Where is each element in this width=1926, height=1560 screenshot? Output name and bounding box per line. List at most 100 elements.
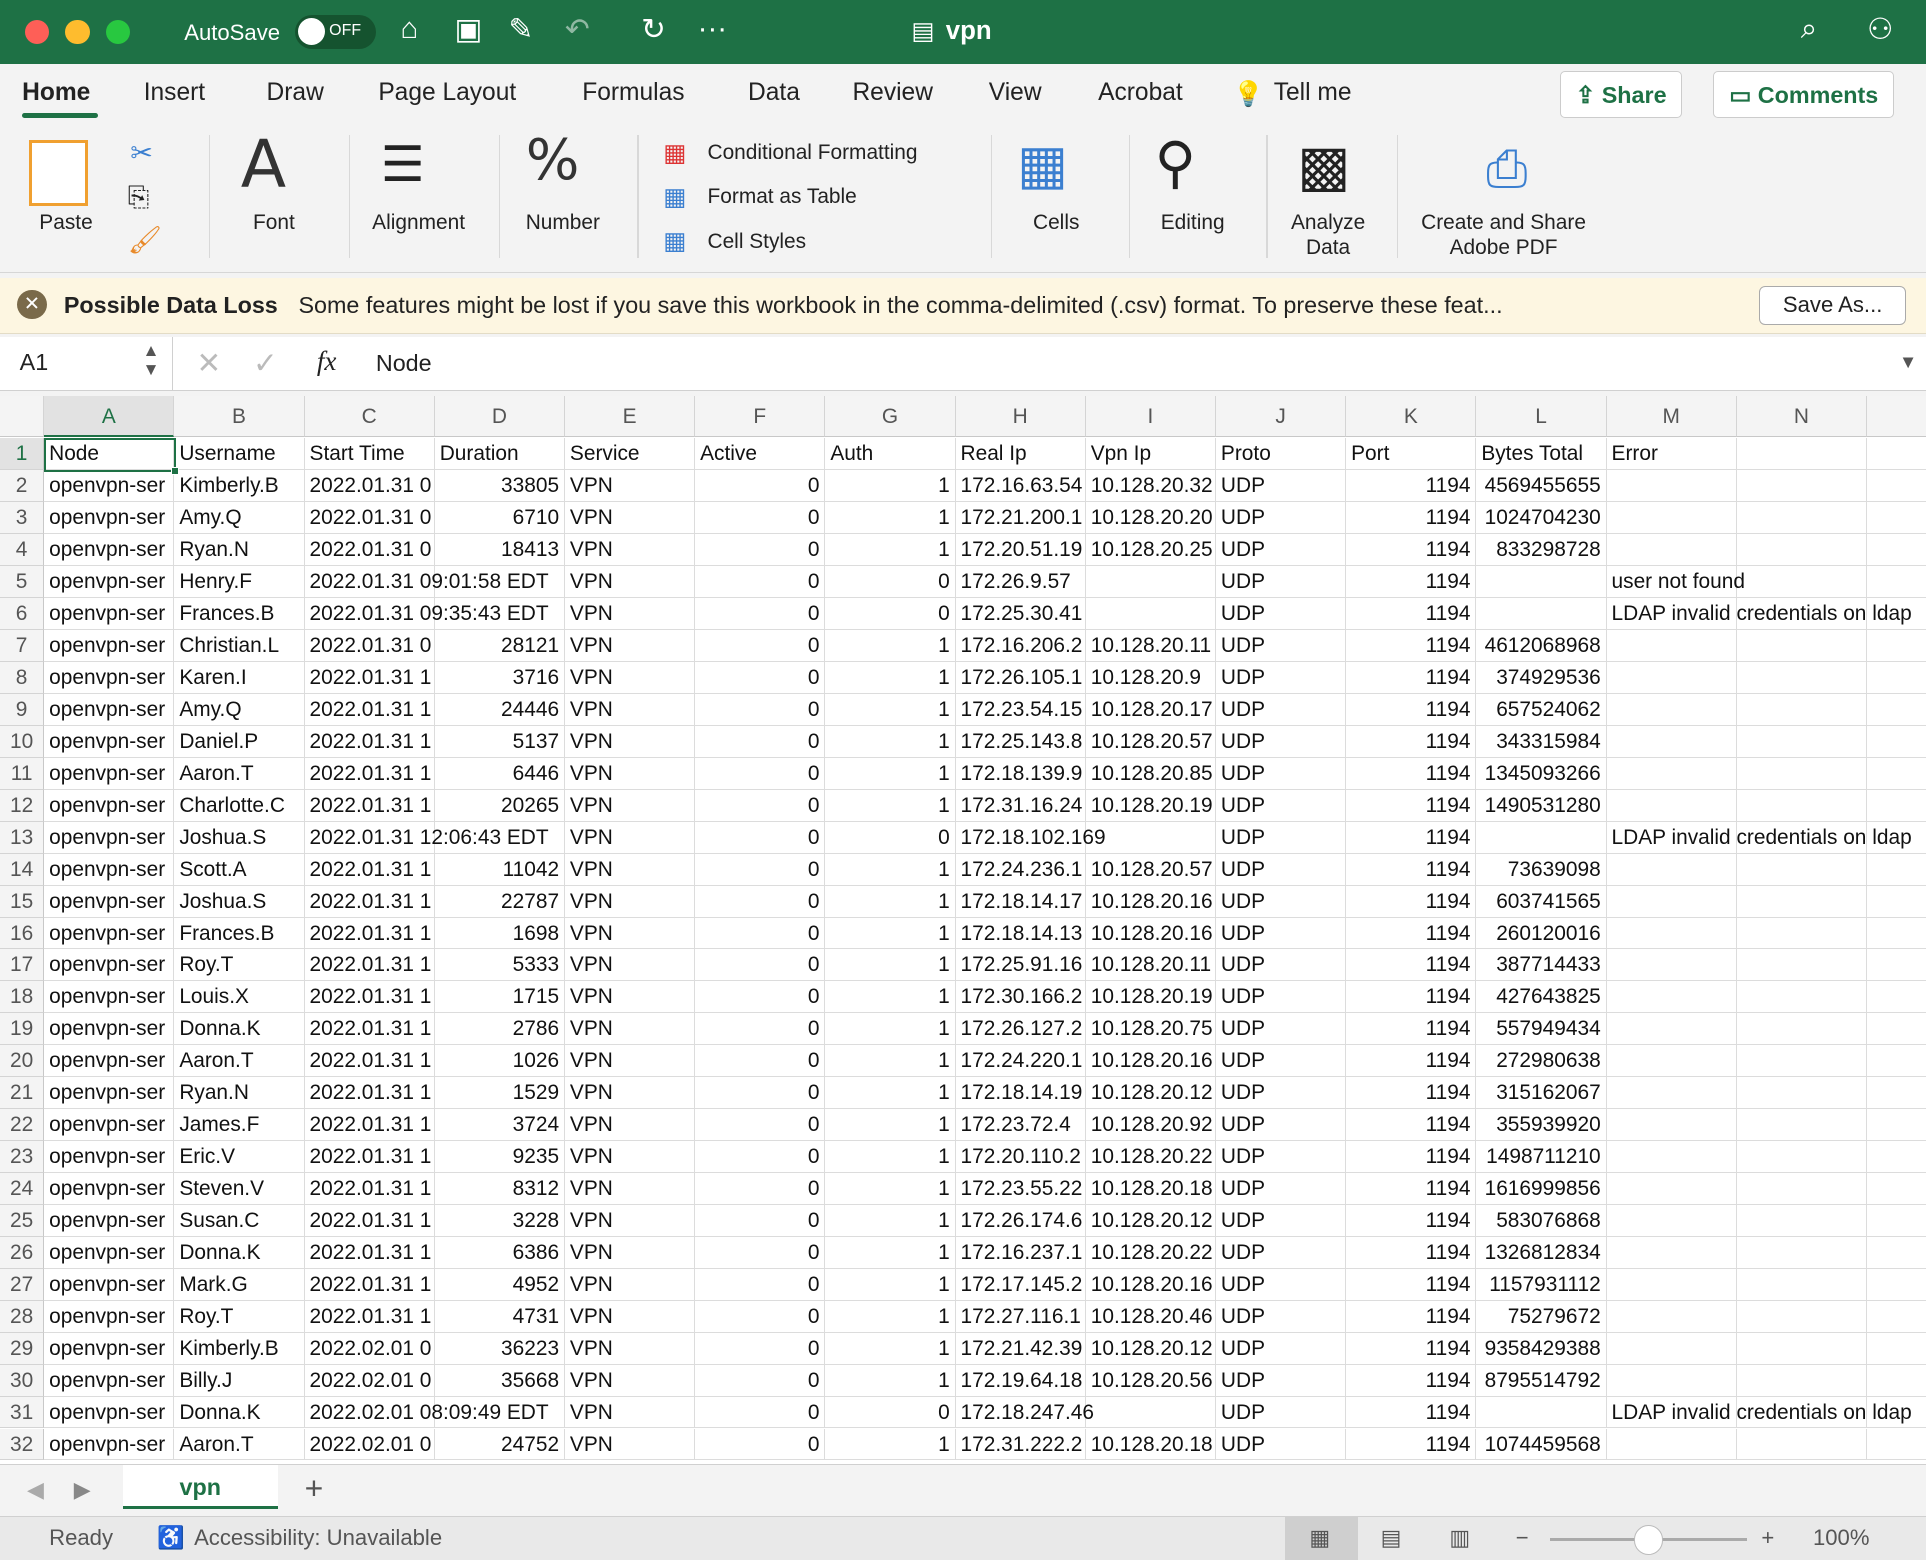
cell[interactable]: VPN [565, 1268, 696, 1301]
row-header[interactable]: 13 [0, 821, 45, 854]
cell[interactable] [1606, 1236, 1737, 1269]
cell[interactable]: 1194 [1346, 470, 1477, 503]
cell[interactable]: 10.128.20.19 [1085, 981, 1216, 1014]
cell[interactable] [1867, 726, 1926, 758]
cell[interactable]: 1 [825, 1300, 956, 1333]
cell[interactable]: 4569455655 [1476, 470, 1607, 503]
cell[interactable]: VPN [565, 725, 696, 758]
cell[interactable]: UDP [1216, 821, 1347, 854]
cell[interactable]: 260120016 [1476, 917, 1607, 950]
cell[interactable]: 343315984 [1476, 725, 1607, 758]
cell[interactable]: openvpn-ser [44, 1332, 175, 1365]
cell[interactable]: openvpn-ser [44, 566, 175, 599]
cell[interactable]: 172.20.110.2 [955, 1141, 1086, 1173]
cell[interactable]: VPN [565, 917, 696, 950]
cell[interactable]: openvpn-ser [44, 1428, 175, 1461]
cell[interactable] [1736, 1300, 1867, 1333]
cell[interactable]: 1 [825, 757, 956, 790]
cell[interactable]: openvpn-ser [44, 1236, 175, 1269]
share-people-icon[interactable]: ⚇ [1867, 12, 1893, 47]
cell[interactable] [1606, 534, 1737, 567]
cell[interactable]: Donna.K [174, 1236, 305, 1269]
cell[interactable]: Donna.K [174, 1396, 305, 1429]
cell[interactable]: 10.128.20.20 [1085, 502, 1216, 535]
column-header-B[interactable]: B [174, 395, 305, 438]
cell[interactable]: 10.128.20.18 [1085, 1173, 1216, 1205]
cell[interactable] [1867, 1365, 1926, 1397]
cell[interactable]: VPN [565, 1173, 696, 1205]
cell[interactable] [1606, 885, 1737, 918]
cell[interactable]: 2022.01.31 1 [304, 1013, 435, 1046]
cell[interactable] [1736, 662, 1867, 694]
cell[interactable]: 2022.01.31 1 [304, 981, 435, 1014]
cell[interactable]: 2022.01.31 1 [304, 789, 435, 822]
cell[interactable] [1867, 1141, 1926, 1173]
row-header[interactable]: 15 [0, 885, 45, 918]
cell[interactable] [1476, 566, 1607, 599]
cell[interactable] [1606, 693, 1737, 726]
cell[interactable]: Aaron.T [174, 1428, 305, 1461]
cell[interactable]: 172.26.9.57 [955, 566, 1086, 599]
column-header-N[interactable]: N [1736, 395, 1867, 438]
row-header[interactable]: 17 [0, 949, 45, 982]
cell[interactable] [1736, 566, 1867, 599]
cell[interactable]: 2022.01.31 1 [304, 1077, 435, 1110]
row-header[interactable]: 12 [0, 789, 45, 822]
cell[interactable]: VPN [565, 1300, 696, 1333]
cell[interactable]: Henry.F [174, 566, 305, 599]
column-header-E[interactable]: E [565, 395, 696, 438]
row-header[interactable]: 25 [0, 1204, 45, 1237]
cell[interactable]: 1 [825, 470, 956, 503]
cell[interactable] [1736, 1332, 1867, 1365]
cell[interactable]: 1194 [1346, 1077, 1477, 1110]
cell[interactable]: 10.128.20.18 [1085, 1428, 1216, 1461]
cell[interactable]: 1345093266 [1476, 757, 1607, 790]
cell[interactable]: 2022.01.31 1 [304, 725, 435, 758]
cell[interactable]: 10.128.20.92 [1085, 1109, 1216, 1142]
cell[interactable] [1867, 1077, 1926, 1110]
cell[interactable] [1867, 981, 1926, 1014]
cell[interactable]: Christian.L [174, 630, 305, 663]
cell[interactable] [1867, 662, 1926, 694]
cell[interactable]: 1194 [1346, 662, 1477, 694]
row-header[interactable]: 19 [0, 1013, 45, 1046]
cell[interactable]: VPN [565, 630, 696, 663]
cell[interactable]: 24446 [434, 693, 565, 726]
cell[interactable]: openvpn-ser [44, 502, 175, 535]
cell[interactable]: 3724 [434, 1109, 565, 1142]
cell[interactable]: 2022.01.31 0 [304, 502, 435, 535]
cell[interactable]: Joshua.S [174, 885, 305, 918]
cell[interactable]: VPN [565, 1141, 696, 1173]
row-header[interactable]: 7 [0, 630, 45, 663]
cell[interactable]: openvpn-ser [44, 1364, 175, 1397]
cell[interactable]: 172.18.14.17 [955, 885, 1086, 918]
row-header[interactable]: 28 [0, 1300, 45, 1333]
name-box-stepper[interactable]: ▲ ▼ [142, 341, 159, 378]
cell[interactable]: 0 [695, 1236, 826, 1269]
cell[interactable]: 172.20.51.19 [955, 534, 1086, 567]
cell[interactable] [1606, 470, 1737, 503]
editing-button[interactable]: Editing [1161, 211, 1225, 235]
zoom-level[interactable]: 100% [1813, 1525, 1870, 1551]
cell[interactable]: 0 [825, 1396, 956, 1429]
zoom-out-button[interactable]: − [1516, 1525, 1529, 1551]
cell[interactable]: 1 [825, 693, 956, 726]
cell[interactable]: 1 [825, 1173, 956, 1205]
cell[interactable]: 0 [695, 1396, 826, 1429]
cell[interactable]: 0 [695, 502, 826, 535]
normal-view-icon[interactable]: ▦ [1309, 1525, 1330, 1551]
cell[interactable]: UDP [1216, 917, 1347, 950]
cell[interactable] [1606, 630, 1737, 663]
cell[interactable]: UDP [1216, 1109, 1347, 1142]
cell[interactable]: Roy.T [174, 1300, 305, 1333]
cell[interactable]: 11042 [434, 853, 565, 886]
cell[interactable]: Donna.K [174, 1013, 305, 1046]
cell[interactable]: 6446 [434, 757, 565, 790]
cell[interactable]: 1 [825, 1364, 956, 1397]
cell[interactable] [1606, 1204, 1737, 1237]
cell[interactable] [1736, 789, 1867, 822]
cell[interactable]: 10.128.20.11 [1085, 630, 1216, 663]
cell[interactable]: 2022.01.31 1 [304, 1109, 435, 1142]
cell[interactable]: 1 [825, 917, 956, 950]
share-button[interactable]: ⇪ Share [1559, 71, 1683, 118]
